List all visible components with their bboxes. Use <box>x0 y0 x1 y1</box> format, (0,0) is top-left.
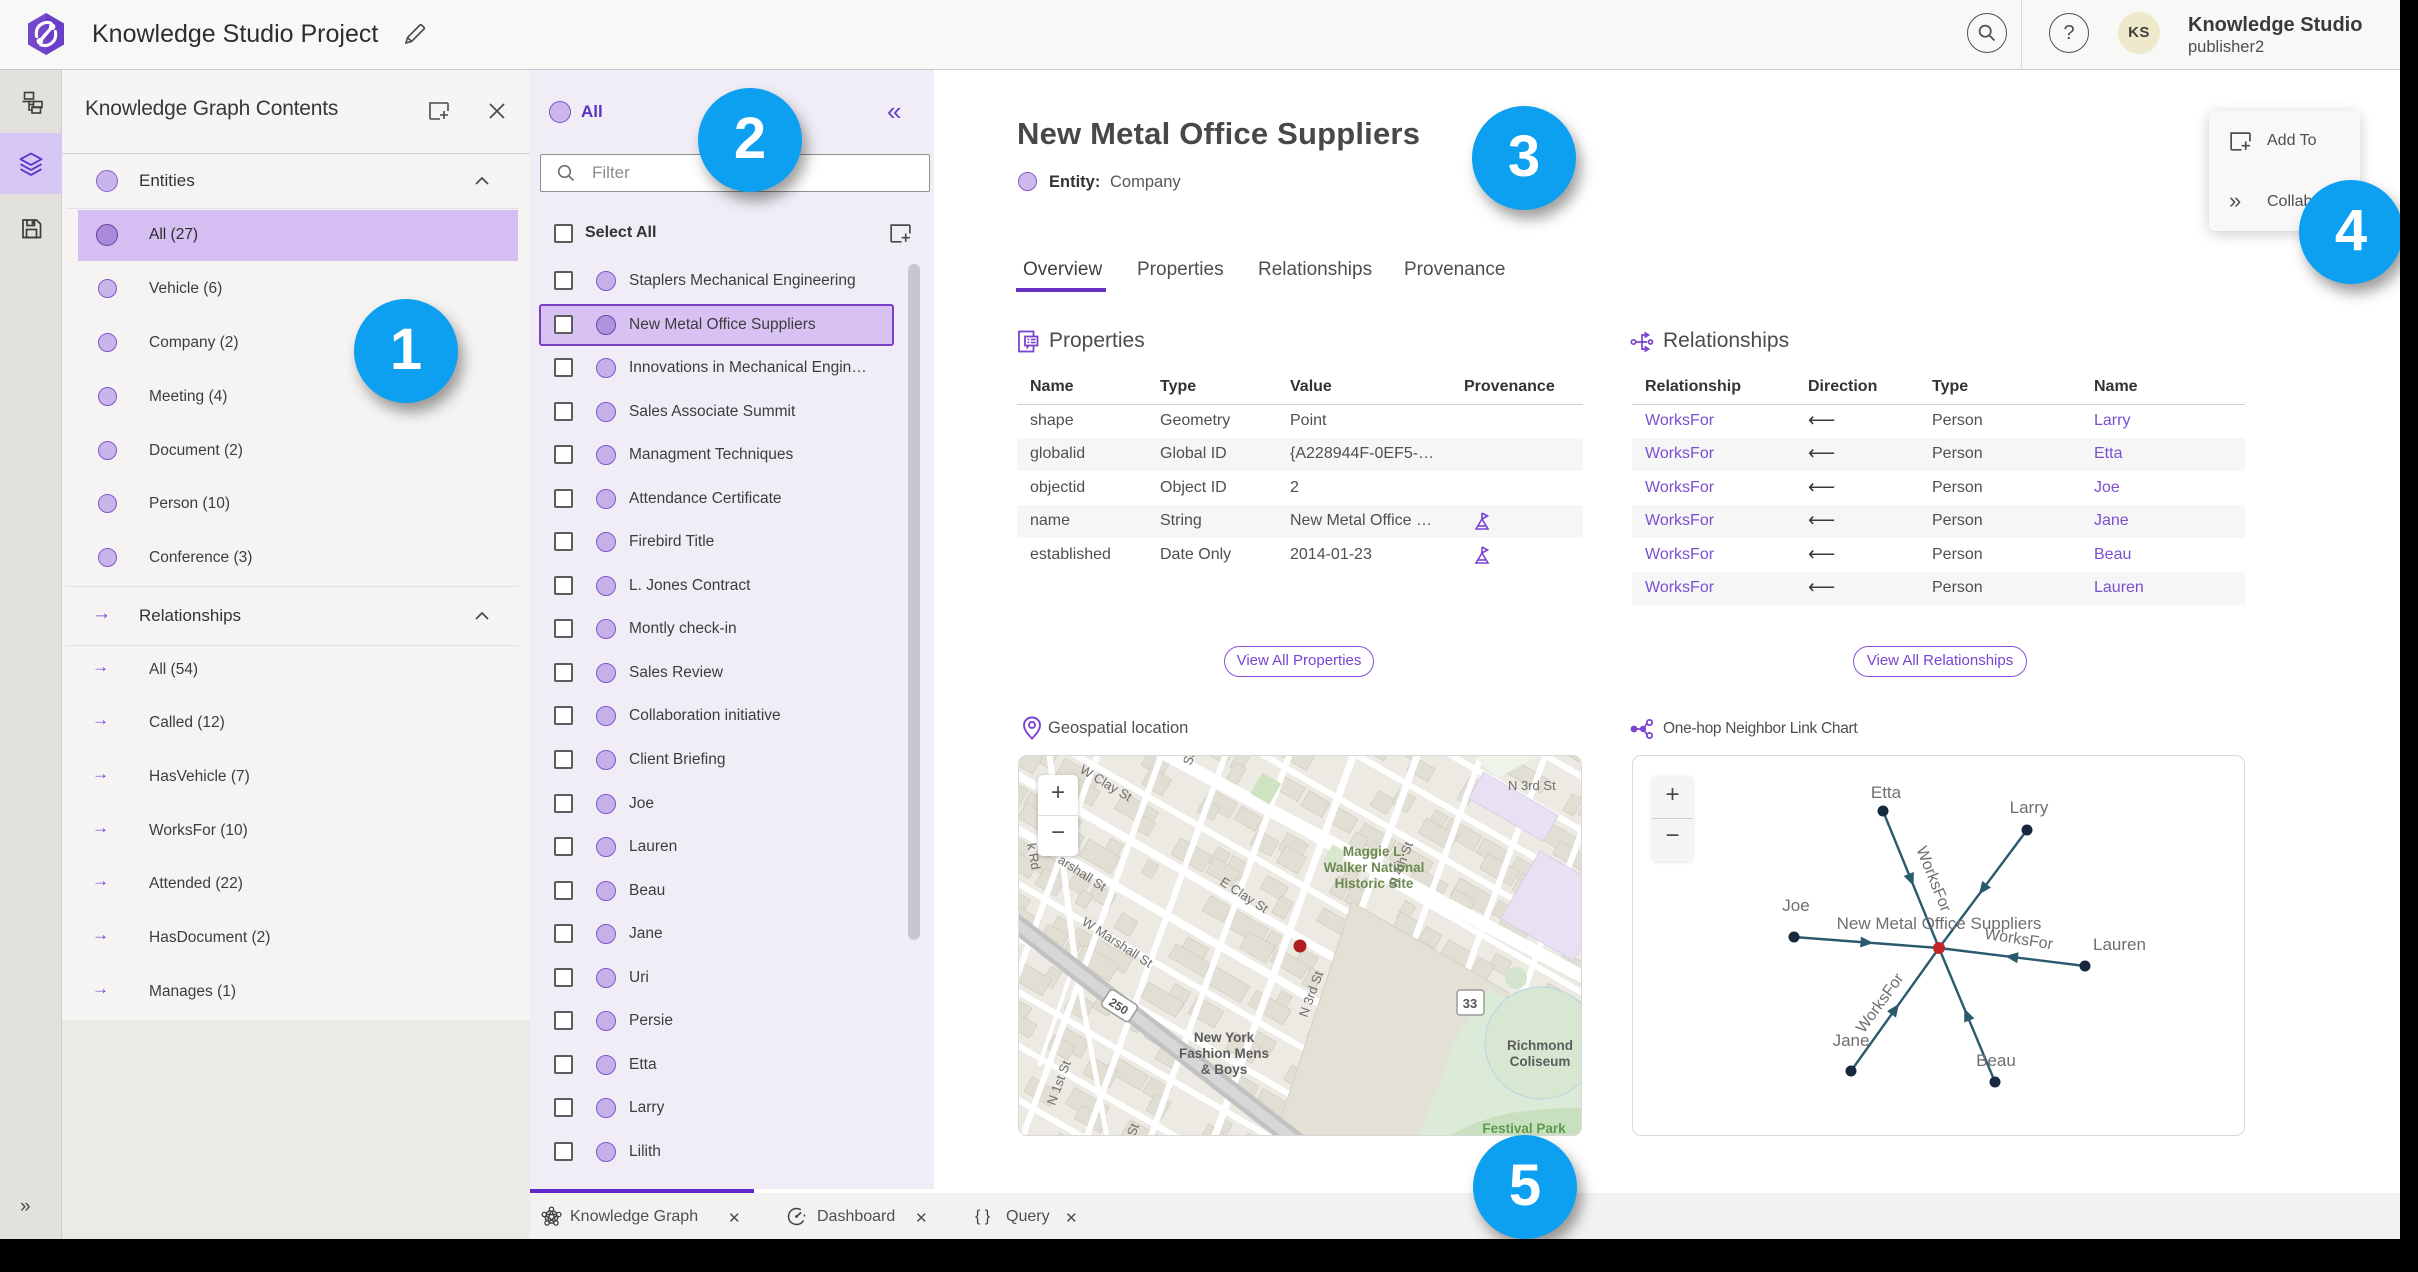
svg-text:Beau: Beau <box>1976 1051 2016 1070</box>
svg-text:Walker National: Walker National <box>1324 860 1425 875</box>
svg-text:Maggie L.: Maggie L. <box>1343 844 1405 859</box>
svg-text:Historic Site: Historic Site <box>1335 876 1414 891</box>
svg-text:33: 33 <box>1463 996 1477 1011</box>
svg-text:Fashion Mens: Fashion Mens <box>1179 1046 1269 1061</box>
svg-text:Etta: Etta <box>1871 783 1902 802</box>
svg-text:WorksFor: WorksFor <box>1912 844 1954 915</box>
svg-text:Lauren: Lauren <box>2093 935 2146 954</box>
svg-text:Coliseum: Coliseum <box>1510 1054 1571 1069</box>
svg-text:Larry: Larry <box>2010 798 2049 817</box>
svg-text:& Boys: & Boys <box>1201 1062 1248 1077</box>
svg-text:Joe: Joe <box>1782 896 1809 915</box>
svg-text:N 3rd St: N 3rd St <box>1508 778 1556 793</box>
svg-text:Festival Park: Festival Park <box>1482 1121 1566 1136</box>
svg-text:New York: New York <box>1194 1030 1255 1045</box>
svg-text:Richmond: Richmond <box>1507 1038 1573 1053</box>
